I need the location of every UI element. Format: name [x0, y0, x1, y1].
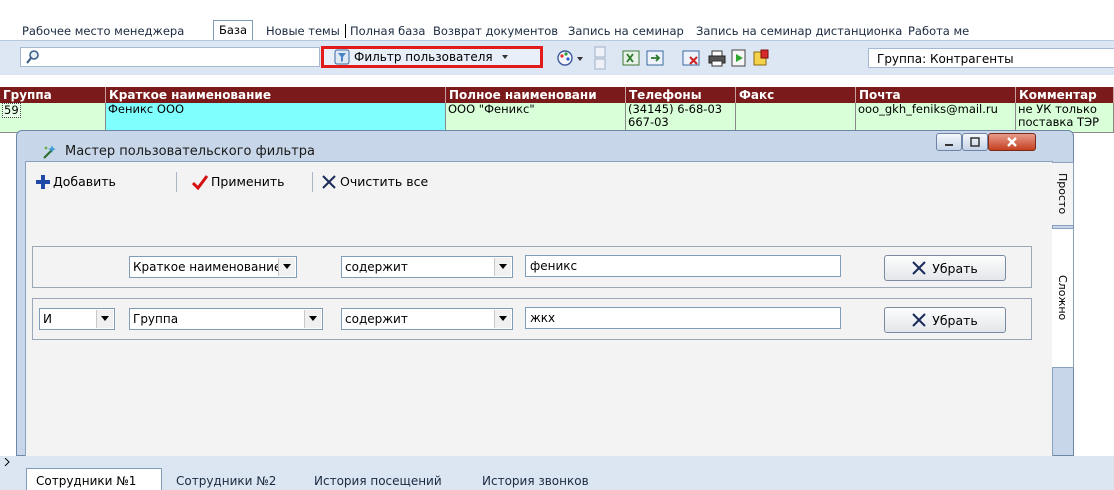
column-header-fax[interactable]: Факс — [736, 87, 856, 103]
column-header-full-name[interactable]: Полное наименовани — [446, 87, 626, 103]
clear-all-label: Очистить все — [340, 174, 429, 189]
top-tab-bar: Рабочее место менеджера База Новые темы … — [0, 0, 1114, 42]
group-selector[interactable]: Группа: Контрагенты — [868, 48, 1114, 68]
close-button[interactable] — [988, 133, 1036, 151]
print-icon[interactable] — [708, 49, 726, 67]
wizard-icon — [43, 145, 56, 159]
tab-employees-2[interactable]: Сотрудники №2 — [176, 474, 276, 488]
minimize-button[interactable] — [936, 133, 962, 151]
checkmark-icon — [192, 175, 208, 190]
tab-work-truncated[interactable]: Работа ме — [908, 22, 969, 40]
remove-filter-button[interactable]: Убрать — [884, 255, 1006, 281]
chevron-down-icon — [499, 316, 507, 321]
column-header-group[interactable]: Группа — [0, 87, 106, 103]
field-select[interactable]: Краткое наименование — [129, 256, 297, 278]
user-filter-button-label: Фильтр пользователя — [354, 50, 493, 64]
search-icon — [26, 50, 39, 64]
close-icon — [1007, 137, 1017, 147]
dialog-title: Мастер пользовательского фильтра — [65, 144, 315, 159]
play-icon[interactable] — [730, 49, 748, 67]
clear-all-button[interactable]: Очистить все — [322, 172, 428, 192]
tab-base[interactable]: База — [213, 20, 254, 40]
operator-select[interactable]: содержит — [341, 256, 513, 278]
filter-wizard-dialog: Мастер пользовательского фильтра Добавит… — [16, 130, 1074, 457]
add-filter-button[interactable]: Добавить — [36, 172, 116, 192]
tab-seminar-remote-signup[interactable]: Запись на семинар дистанционка — [696, 22, 902, 40]
operator-select[interactable]: содержит — [341, 308, 513, 330]
chevron-down-icon — [499, 264, 507, 269]
dropdown-arrow[interactable] — [278, 258, 295, 276]
logic-select[interactable]: И — [39, 308, 115, 330]
remove-filter-button[interactable]: Убрать — [884, 307, 1006, 333]
dropdown-arrow[interactable] — [96, 310, 113, 328]
chevron-down-icon — [101, 316, 109, 321]
table-row-email-cell[interactable]: ooo_gkh_feniks@mail.ru — [856, 103, 1016, 133]
filter-icon — [334, 49, 350, 65]
tab-simple[interactable]: Просто — [1052, 162, 1074, 226]
tab-new-topics[interactable]: Новые темы — [266, 22, 340, 40]
toolbar-separator — [312, 172, 313, 192]
apply-filter-label: Применить — [211, 174, 285, 189]
tab-employees-1[interactable]: Сотрудники №1 — [36, 474, 136, 488]
column-header-comment[interactable]: Комментар — [1016, 87, 1114, 103]
chevron-down-icon — [283, 264, 291, 269]
tab-documents-return[interactable]: Возврат документов — [433, 22, 558, 40]
chevron-right-icon[interactable] — [4, 458, 10, 466]
dialog-body: Добавить Применить Очистить все Краткое … — [25, 161, 1074, 457]
scroll-spinner-icon[interactable] — [594, 46, 606, 70]
x-icon — [912, 313, 926, 327]
tab-seminar-signup[interactable]: Запись на семинар — [568, 22, 684, 40]
tab-complex[interactable]: Сложно — [1052, 228, 1074, 368]
export-icon[interactable] — [646, 49, 664, 67]
tab-full-base[interactable]: Полная база — [350, 22, 425, 40]
chevron-down-icon[interactable] — [576, 49, 584, 67]
field-select[interactable]: Группа — [129, 308, 323, 330]
x-icon — [912, 261, 926, 275]
dropdown-arrow[interactable] — [304, 310, 321, 328]
dropdown-arrow[interactable] — [494, 258, 511, 276]
remove-filter-label: Убрать — [932, 260, 978, 276]
filter-row: Краткое наименование содержит феникс Убр… — [32, 246, 1032, 288]
search-input[interactable] — [20, 47, 320, 67]
table-row-group-cell[interactable]: 59 — [0, 103, 106, 133]
user-filter-button[interactable]: Фильтр пользователя — [321, 46, 543, 68]
report-icon[interactable] — [752, 49, 770, 67]
maximize-icon — [970, 137, 980, 147]
apply-filter-button[interactable]: Применить — [192, 172, 285, 192]
chevron-down-icon — [309, 316, 317, 321]
table-row-short-name-cell[interactable]: Феникс ООО — [106, 103, 446, 133]
table-row-fax-cell[interactable] — [736, 103, 856, 133]
add-filter-label: Добавить — [53, 174, 116, 189]
column-header-email[interactable]: Почта — [856, 87, 1016, 103]
comment-line: поставка ТЭР — [1018, 115, 1100, 129]
chevron-down-icon — [501, 55, 508, 59]
delete-excel-icon[interactable] — [682, 49, 700, 67]
remove-filter-label: Убрать — [932, 312, 978, 328]
tab-separator — [345, 24, 346, 38]
tab-manager-workplace[interactable]: Рабочее место менеджера — [22, 22, 184, 40]
toolbar-separator — [176, 172, 177, 192]
maximize-button[interactable] — [962, 133, 988, 151]
main-toolbar: Фильтр пользователя Группа: Контрагенты — [0, 40, 1114, 75]
filter-value-input[interactable]: жкх — [525, 307, 841, 329]
tab-visit-history[interactable]: История посещений — [314, 474, 442, 488]
export-excel-icon[interactable] — [622, 49, 640, 67]
table-row-comment-cell[interactable]: не УК только поставка ТЭР — [1016, 103, 1114, 133]
phone-line: 667-03 — [628, 115, 669, 129]
column-header-phones[interactable]: Телефоны — [626, 87, 736, 103]
plus-icon — [36, 175, 50, 189]
bottom-tab-bar: Сотрудники №1 Сотрудники №2 История посе… — [0, 456, 1114, 490]
color-palette-icon[interactable] — [556, 49, 574, 67]
dropdown-arrow[interactable] — [494, 310, 511, 328]
filter-row: И Группа содержит жкх Убрать — [32, 298, 1032, 340]
x-icon — [322, 175, 336, 189]
minimize-icon — [945, 144, 953, 146]
table-row-full-name-cell[interactable]: ООО "Феникс" — [446, 103, 626, 133]
table-row-phones-cell[interactable]: (34145) 6-68-03 667-03 — [626, 103, 736, 133]
filter-value-input[interactable]: феникс — [525, 255, 841, 277]
column-header-short-name[interactable]: Краткое наименование — [106, 87, 446, 103]
tab-call-history[interactable]: История звонков — [482, 474, 589, 488]
